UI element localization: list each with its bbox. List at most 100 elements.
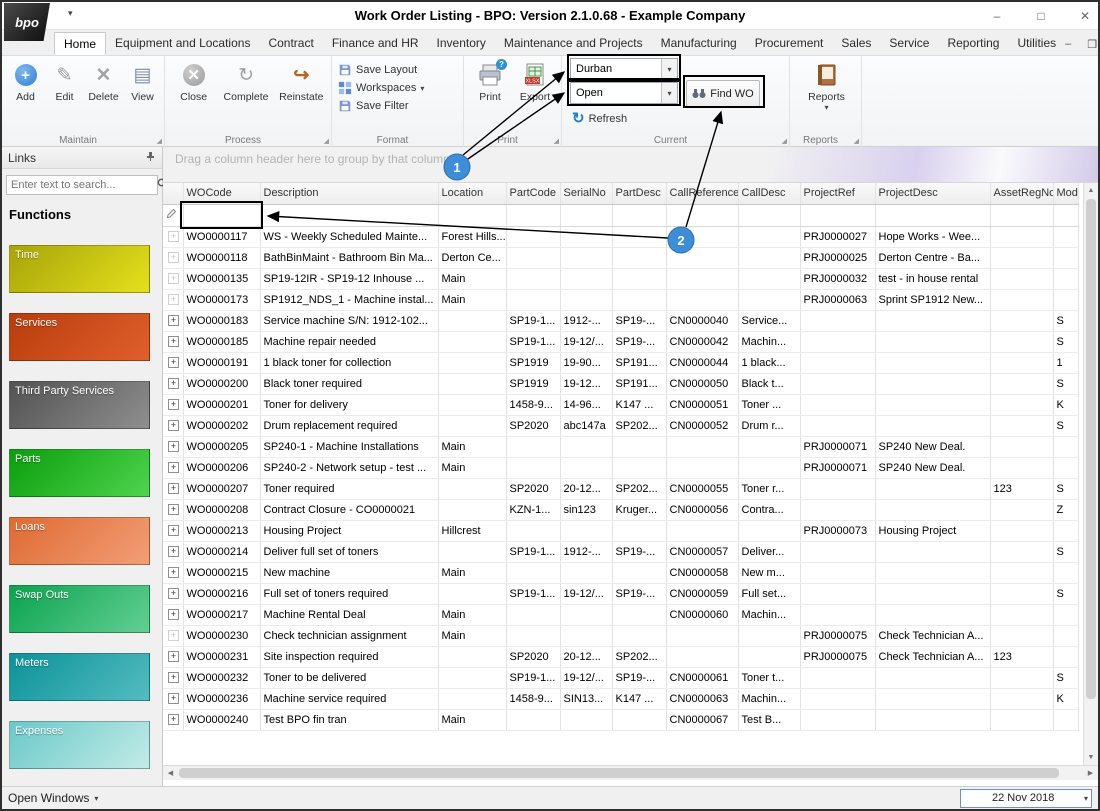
table-row[interactable]: + WO0000202 Drum replacement required SP202… <box>163 415 1079 437</box>
workspaces-button[interactable]: Workspaces ▾ <box>338 81 457 95</box>
filter-cell-assetregno[interactable] <box>990 204 1054 227</box>
print-button[interactable]: ? Print <box>468 59 512 121</box>
filter-cell-location[interactable] <box>438 204 507 227</box>
table-row[interactable]: + WO0000214 Deliver full set of toners SP19… <box>163 541 1079 563</box>
delete-button[interactable]: ✕ Delete <box>84 59 123 121</box>
expand-plus-icon[interactable]: + <box>168 399 179 410</box>
filter-cell-serialno[interactable] <box>560 204 613 227</box>
group-expand-icon[interactable]: ◢ <box>782 137 787 145</box>
expand-plus-icon[interactable]: + <box>168 630 179 641</box>
table-row[interactable]: + WO0000231 Site inspection required SP2020… <box>163 646 1079 668</box>
date-picker[interactable]: 22 Nov 2018 ▾ <box>960 788 1092 808</box>
filter-cell-description[interactable] <box>260 204 439 227</box>
group-expand-icon[interactable]: ◢ <box>157 137 162 145</box>
view-button[interactable]: ▤ View <box>123 59 162 121</box>
expand-plus-icon[interactable]: + <box>168 378 179 389</box>
expand-plus-icon[interactable]: + <box>168 357 179 368</box>
expand-plus-icon[interactable]: + <box>168 294 179 305</box>
filter-cell-projectdesc[interactable] <box>875 204 991 227</box>
expand-plus-icon[interactable]: + <box>168 252 179 263</box>
chevron-down-icon[interactable]: ▾ <box>1084 794 1088 803</box>
close-button[interactable]: ✕ <box>1078 9 1092 23</box>
close-wo-button[interactable]: ✕ Close <box>169 59 218 121</box>
column-header-calldesc[interactable]: CallDesc <box>738 183 801 205</box>
expand-plus-icon[interactable]: + <box>168 504 179 515</box>
expand-plus-icon[interactable]: + <box>168 336 179 347</box>
table-row[interactable]: + WO0000208 Contract Closure - CO0000021 KZ… <box>163 499 1079 521</box>
expand-plus-icon[interactable]: + <box>168 672 179 683</box>
function-tile-expenses[interactable]: Expenses <box>9 721 150 769</box>
tab-equipment-and-locations[interactable]: Equipment and Locations <box>106 32 259 55</box>
column-header-callreference[interactable]: CallReference <box>666 183 739 205</box>
function-tile-third-party-services[interactable]: Third Party Services <box>9 381 150 429</box>
minimize-button[interactable]: – <box>990 9 1004 23</box>
hscroll-thumb[interactable] <box>179 768 1059 778</box>
column-header-description[interactable]: Description <box>260 183 439 205</box>
column-header-serialno[interactable]: SerialNo <box>560 183 613 205</box>
child-restore-button[interactable]: ❐ <box>1087 38 1097 51</box>
table-row[interactable]: + WO0000216 Full set of toners required SP1… <box>163 583 1079 605</box>
group-by-panel[interactable]: Drag a column header here to group by th… <box>163 147 1098 183</box>
expand-plus-icon[interactable]: + <box>168 567 179 578</box>
function-tile-time[interactable]: Time <box>9 245 150 293</box>
reinstate-button[interactable]: ↪ Reinstate <box>274 59 329 121</box>
chevron-down-icon[interactable]: ▾ <box>661 59 677 79</box>
table-row[interactable]: + WO0000213 Housing Project Hillcrest PRJ000… <box>163 520 1079 542</box>
column-header-partdesc[interactable]: PartDesc <box>612 183 667 205</box>
expand-plus-icon[interactable]: + <box>168 273 179 284</box>
tab-finance-and-hr[interactable]: Finance and HR <box>323 32 428 55</box>
tab-reporting[interactable]: Reporting <box>938 32 1008 55</box>
function-tile-loans[interactable]: Loans <box>9 517 150 565</box>
refresh-button[interactable]: ↻ Refresh <box>572 111 627 126</box>
complete-button[interactable]: ↻ Complete <box>218 59 273 121</box>
table-row[interactable]: + WO0000200 Black toner required SP1919 19-1… <box>163 373 1079 395</box>
expand-plus-icon[interactable]: + <box>168 231 179 242</box>
filter-cell-partcode[interactable] <box>506 204 561 227</box>
group-expand-icon[interactable]: ◢ <box>854 137 859 145</box>
tab-service[interactable]: Service <box>880 32 938 55</box>
chevron-down-icon[interactable]: ▾ <box>94 794 98 803</box>
filter-cell-partdesc[interactable] <box>612 204 667 227</box>
tab-contract[interactable]: Contract <box>259 32 322 55</box>
maximize-button[interactable]: □ <box>1034 9 1048 23</box>
table-row[interactable]: + WO0000215 New machine Main CN0000058 New m.… <box>163 562 1079 584</box>
pin-icon[interactable] <box>145 151 156 165</box>
column-header-model[interactable]: Model <box>1053 183 1079 205</box>
open-windows-button[interactable]: Open Windows <box>8 791 89 805</box>
branch-filter-dropdown[interactable]: Durban ▾ <box>570 58 678 80</box>
filter-cell-model[interactable] <box>1053 204 1079 227</box>
edit-button[interactable]: ✎ Edit <box>45 59 84 121</box>
vscroll-thumb[interactable] <box>1086 199 1096 699</box>
tab-utilities[interactable]: Utilities <box>1008 32 1065 55</box>
expand-plus-icon[interactable]: + <box>168 315 179 326</box>
tab-manufacturing[interactable]: Manufacturing <box>652 32 746 55</box>
save-filter-button[interactable]: Save Filter <box>338 99 457 113</box>
expand-plus-icon[interactable]: + <box>168 714 179 725</box>
function-tile-swap-outs[interactable]: Swap Outs <box>9 585 150 633</box>
column-header-wocode[interactable]: WOCode <box>183 183 261 205</box>
horizontal-scrollbar[interactable]: ◀ ▶ <box>163 765 1098 780</box>
table-row[interactable]: + WO0000217 Machine Rental Deal Main CN00000… <box>163 604 1079 626</box>
expand-plus-icon[interactable]: + <box>168 546 179 557</box>
expand-plus-icon[interactable]: + <box>168 483 179 494</box>
expand-plus-icon[interactable]: + <box>168 525 179 536</box>
filter-cell-wocode[interactable] <box>183 204 261 227</box>
expand-plus-icon[interactable]: + <box>168 651 179 662</box>
expand-plus-icon[interactable]: + <box>168 420 179 431</box>
filter-cell-callreference[interactable] <box>666 204 739 227</box>
tab-maintenance-and-projects[interactable]: Maintenance and Projects <box>495 32 652 55</box>
column-header-projectdesc[interactable]: ProjectDesc <box>875 183 991 205</box>
expand-plus-icon[interactable]: + <box>168 693 179 704</box>
table-row[interactable]: + WO0000201 Toner for delivery 1458-9... 14-… <box>163 394 1079 416</box>
table-row[interactable]: + WO0000206 SP240-2 - Network setup - test… <box>163 457 1079 479</box>
tab-procurement[interactable]: Procurement <box>746 32 833 55</box>
vertical-scrollbar[interactable]: ▲ ▼ <box>1083 183 1098 765</box>
filter-cell-projectref[interactable] <box>800 204 876 227</box>
table-row[interactable]: + WO0000183 Service machine S/N: 1912-102.… <box>163 310 1079 332</box>
export-button[interactable]: XLSX Export <box>512 59 558 121</box>
column-header-location[interactable]: Location <box>438 183 507 205</box>
reports-button[interactable]: Reports ▾ <box>799 59 855 121</box>
find-wo-button[interactable]: Find WO <box>686 80 760 107</box>
expand-plus-icon[interactable]: + <box>168 441 179 452</box>
add-button[interactable]: + Add <box>6 59 45 121</box>
